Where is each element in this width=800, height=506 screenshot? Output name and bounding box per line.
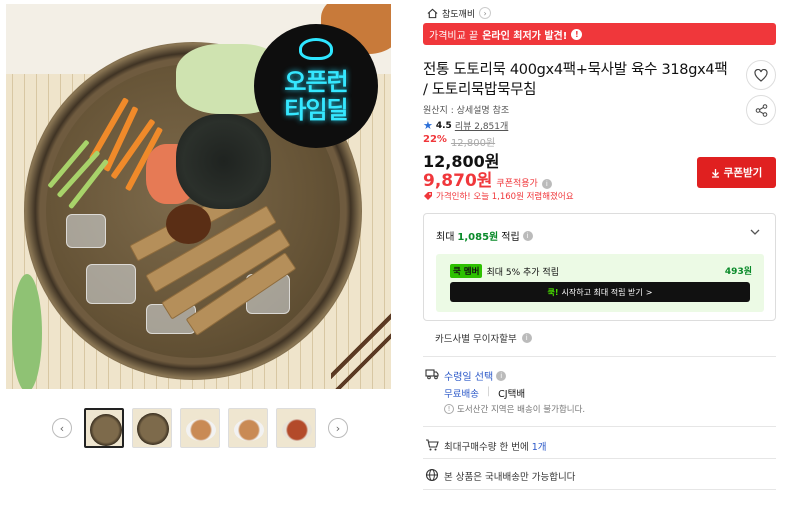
breadcrumb[interactable]: 참도깨비 › — [427, 5, 492, 21]
chevron-left-icon[interactable]: ‹ — [52, 418, 72, 438]
alarm-clock-icon — [299, 38, 333, 60]
thumbnail-2[interactable] — [132, 408, 172, 448]
discount-line: 22% 12,800원 — [423, 134, 495, 149]
original-price: 12,800원 — [450, 138, 496, 149]
chevron-right-icon[interactable]: › — [479, 7, 492, 19]
badge-line2: 타임딜 — [284, 96, 348, 124]
thumbnail-4[interactable] — [228, 408, 268, 448]
time-deal-badge: 오픈런 타임딜 — [254, 24, 378, 148]
reward-suffix: 적립 — [501, 232, 520, 243]
info-icon[interactable]: i — [521, 333, 532, 343]
origin-info: 원산지 : 상세설명 참조 — [423, 106, 510, 116]
get-coupon-button[interactable]: 쿠폰받기 — [697, 157, 776, 188]
coupon-price-label: 쿠폰적용가 — [496, 179, 538, 189]
thumbnail-3[interactable] — [180, 408, 220, 448]
delivery-separator: | — [486, 386, 491, 397]
member-benefit-box: 쿡 멤버 최대 5% 추가 적립 493원 쿡! 시작하고 최대 적립 받기 > — [436, 254, 764, 312]
price-tag-icon — [424, 192, 432, 200]
info-icon[interactable]: i — [541, 179, 552, 189]
member-benefit-line: 쿡 멤버 최대 5% 추가 적립 — [450, 264, 559, 278]
member-button-highlight: 쿡! — [547, 287, 559, 297]
rating-score: 4.5 — [435, 120, 452, 131]
share-button[interactable] — [746, 95, 776, 125]
free-shipping[interactable]: 무료배송 — [444, 386, 479, 400]
domestic-shipping-only: 본 상품은 국내배송만 가능합니다 — [444, 472, 576, 483]
price-note-text: 가격인하! 오늘 1,160원 저렴해졌어요 — [436, 192, 574, 202]
chevron-right-icon: > — [645, 287, 653, 297]
maxbuy-prefix: 최대구매수량 한 번에 — [444, 442, 529, 453]
carrier-name: CJ택배 — [498, 389, 526, 400]
max-purchase-info: 최대구매수량 한 번에 1개 — [444, 439, 547, 453]
sauce — [166, 204, 211, 244]
heart-icon — [754, 68, 768, 82]
card-installment-label: 카드사별 무이자할부 — [435, 334, 517, 345]
cart-icon — [426, 439, 439, 451]
info-icon: ! — [444, 404, 454, 414]
get-coupon-label: 쿠폰받기 — [723, 167, 763, 179]
discount-percent: 22% — [423, 134, 447, 145]
delivery-options: 무료배송 | CJ택배 — [444, 386, 525, 400]
member-start-button[interactable]: 쿡! 시작하고 최대 적립 받기 > — [450, 282, 750, 302]
badge-line1: 오픈런 — [284, 68, 348, 96]
thumbnail-1[interactable] — [84, 408, 124, 448]
member-benefit-amount: 493원 — [724, 267, 752, 277]
delivery-date-select[interactable]: 수령일 선택 i — [444, 368, 507, 383]
delivery-title: 수령일 선택 — [444, 372, 494, 383]
chevron-right-icon[interactable]: › — [328, 418, 348, 438]
info-icon[interactable]: i — [522, 230, 533, 241]
coupon-price-row: 9,870원 쿠폰적용가 i — [423, 166, 552, 191]
home-icon — [427, 8, 438, 18]
chevron-down-icon[interactable] — [749, 226, 761, 238]
delivery-note: ! 도서산간 지역은 배송이 불가합니다. — [444, 403, 585, 415]
product-main-image[interactable]: 오픈런 타임딜 — [6, 4, 391, 389]
globe-icon — [425, 468, 439, 482]
reward-header[interactable]: 최대 1,085원 적립 i — [436, 228, 533, 243]
divider — [423, 356, 776, 357]
reward-prefix: 최대 — [436, 232, 455, 243]
divider — [423, 426, 776, 427]
coupon-price: 9,870원 — [423, 171, 493, 191]
member-badge-label: 멤버 — [463, 267, 480, 277]
reward-amount: 1,085원 — [457, 232, 499, 243]
maxbuy-number: 1개 — [531, 442, 547, 453]
reward-panel: 최대 1,085원 적립 i 쿡 멤버 최대 5% 추가 적립 493원 쿡! … — [423, 213, 776, 321]
review-link[interactable]: 리뷰 2,851개 — [455, 119, 508, 132]
divider — [423, 489, 776, 490]
info-icon[interactable]: i — [496, 370, 507, 381]
thumbnail-5[interactable] — [276, 408, 316, 448]
thumbnail-list — [84, 408, 316, 448]
info-icon[interactable]: ! — [571, 28, 583, 40]
delivery-note-text: 도서산간 지역은 배송이 불가합니다. — [457, 405, 586, 415]
divider — [423, 458, 776, 459]
download-icon — [711, 168, 719, 178]
star-icon: ★ — [423, 119, 433, 132]
seaweed — [176, 114, 271, 209]
breadcrumb-label[interactable]: 참도깨비 — [442, 7, 475, 20]
promo-banner: 가격비교 끝 온라인 최저가 발견! ! — [423, 23, 776, 45]
truck-icon — [425, 369, 439, 380]
member-badge-prefix: 쿡 — [453, 267, 461, 277]
member-benefit-text: 최대 5% 추가 적립 — [486, 267, 559, 278]
wishlist-button[interactable] — [746, 60, 776, 90]
chopsticks — [331, 309, 391, 389]
product-title: 전통 도토리묵 400gx4팩+묵사발 육수 318gx4팩 / 도토리묵밥묵무… — [423, 62, 728, 98]
price-drop-note: 가격인하! 오늘 1,160원 저렴해졌어요 — [423, 190, 574, 202]
rating: ★ 4.5 리뷰 2,851개 — [423, 119, 508, 132]
promo-prefix: 가격비교 끝 — [429, 30, 479, 42]
leaf-garnish — [12, 274, 42, 389]
share-icon — [755, 103, 767, 117]
member-button-label: 시작하고 최대 적립 받기 — [561, 287, 643, 297]
thumbnail-strip: ‹ › — [52, 406, 352, 450]
card-installment[interactable]: 카드사별 무이자할부 i — [435, 331, 532, 345]
member-badge: 쿡 멤버 — [450, 264, 483, 278]
promo-highlight: 온라인 최저가 발견! — [482, 30, 568, 42]
